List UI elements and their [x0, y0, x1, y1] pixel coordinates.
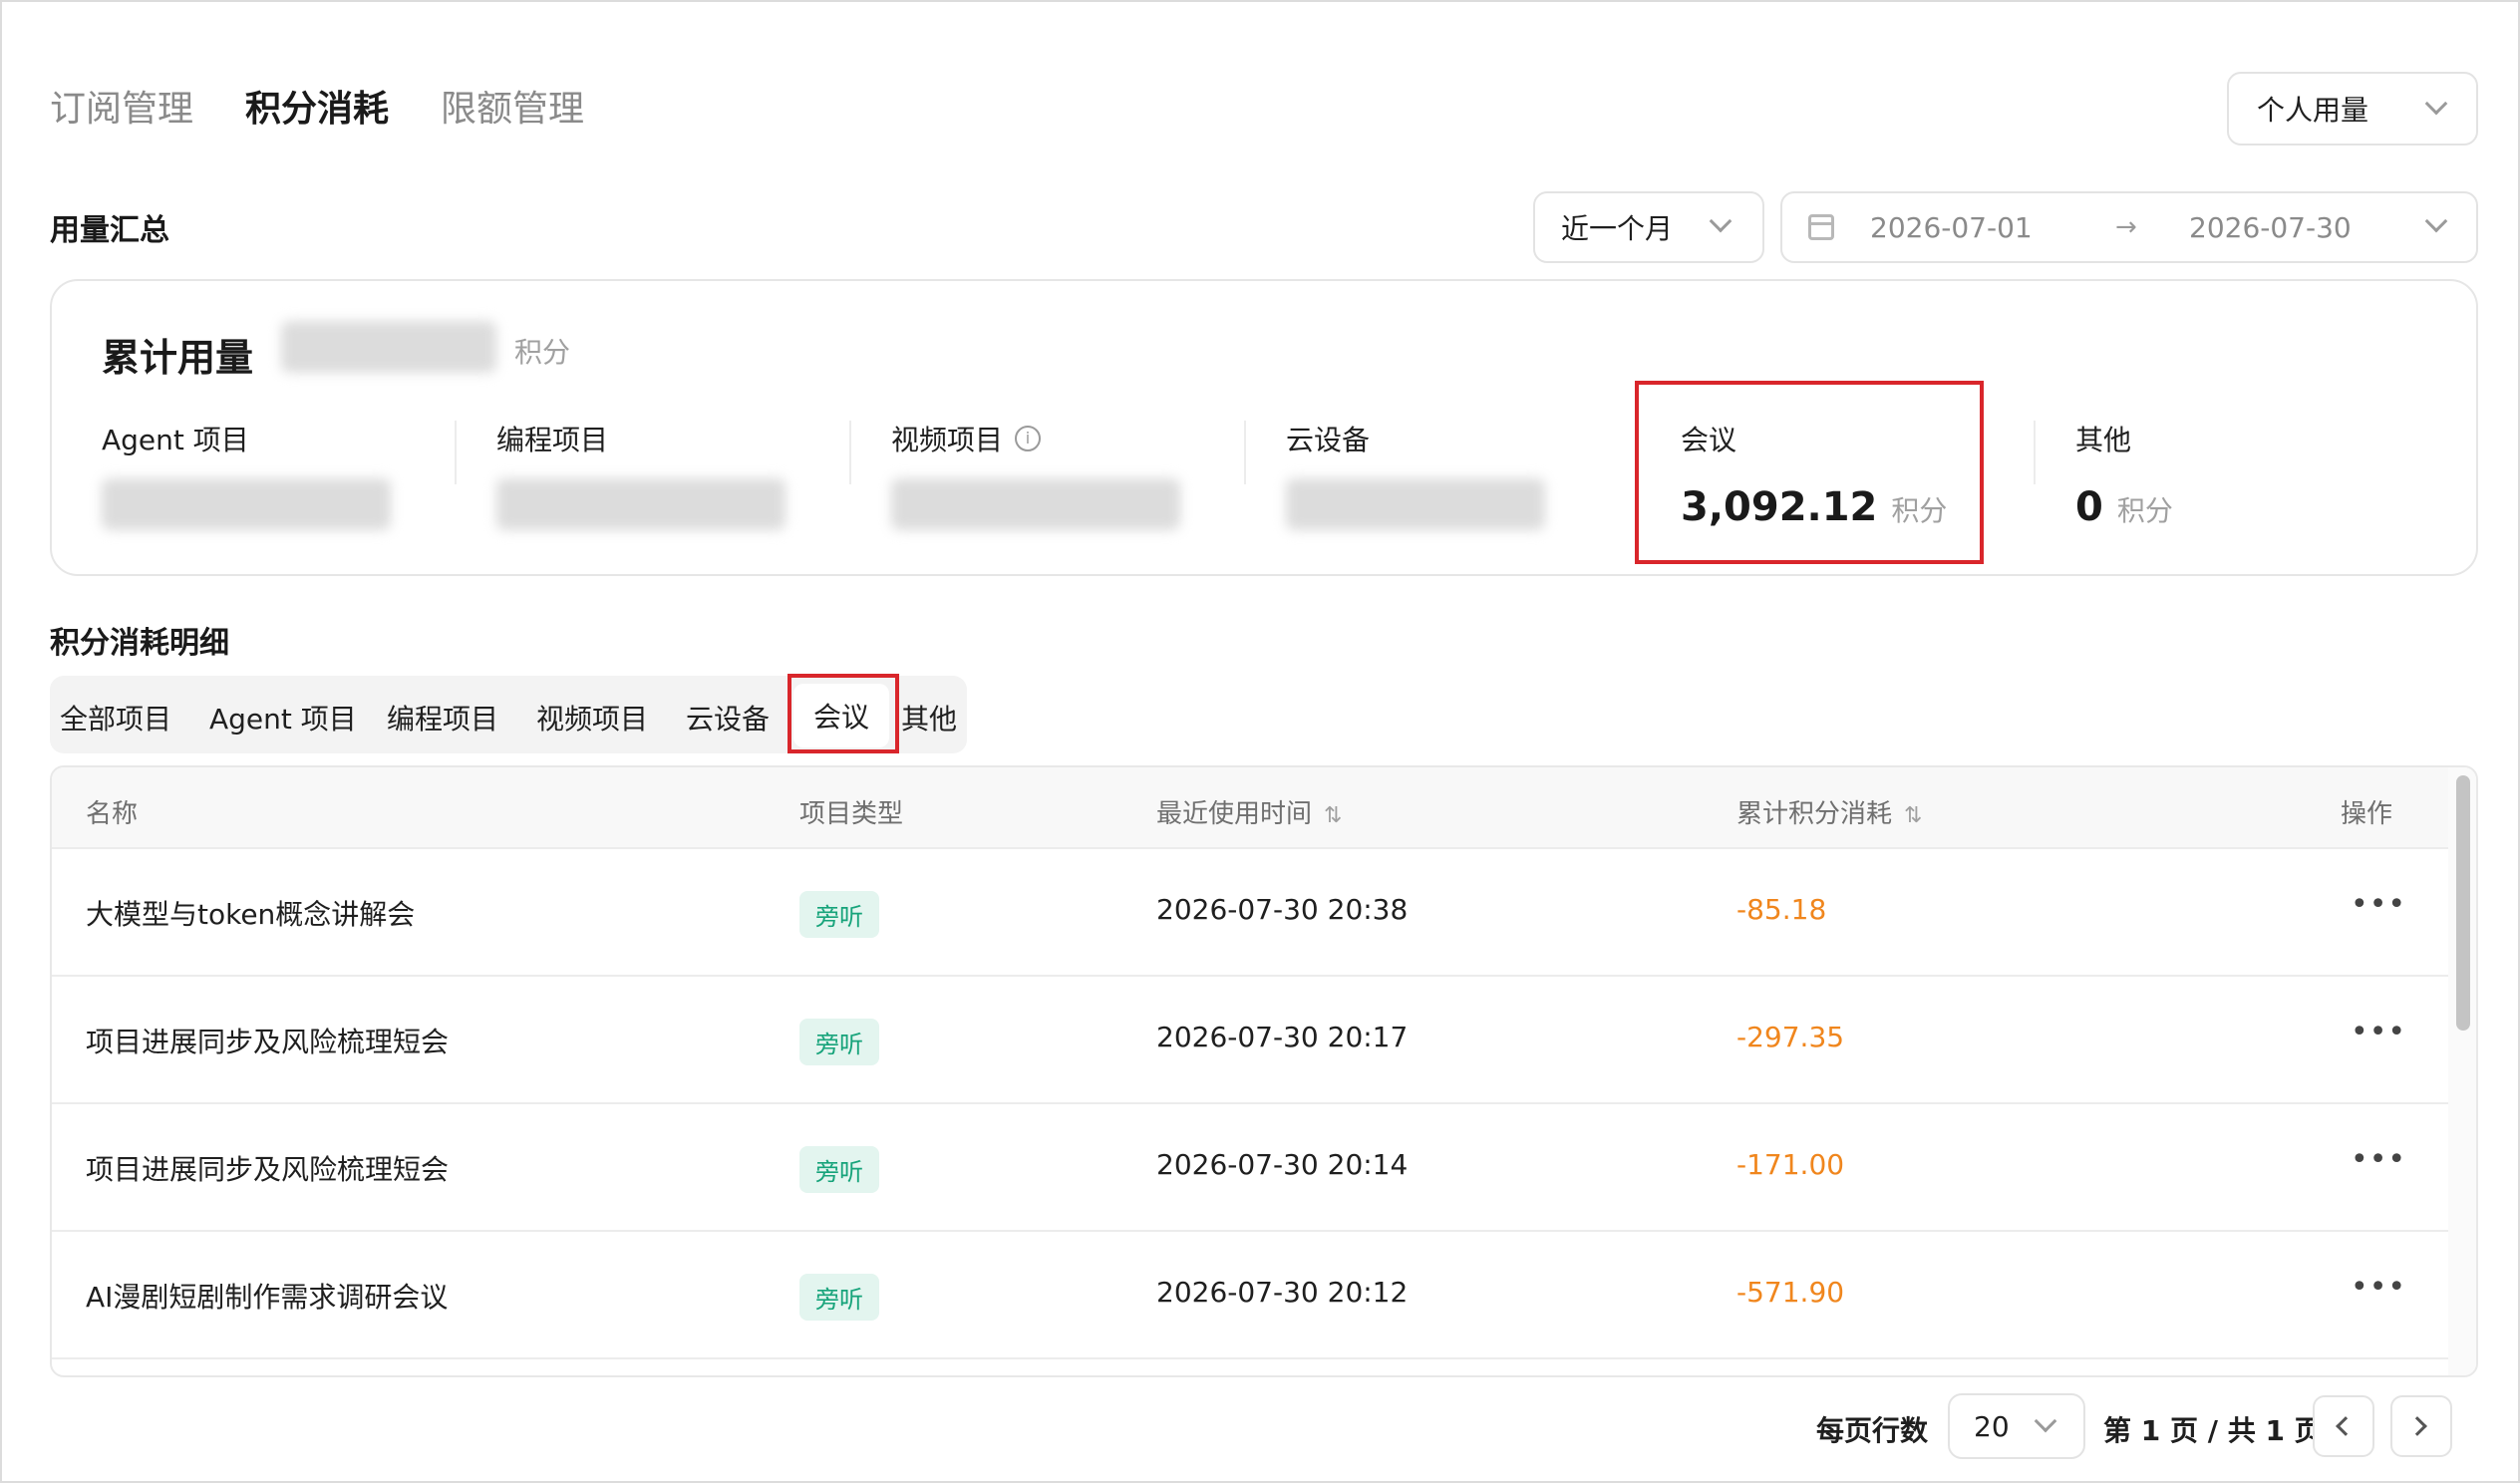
highlight-box-meeting-metric — [1635, 381, 1984, 564]
chevron-down-icon — [2424, 92, 2448, 116]
date-range-picker[interactable]: 2026-07-01 → 2026-07-30 — [1780, 191, 2478, 263]
col-name: 名称 — [86, 799, 139, 829]
metric-value-redacted — [102, 478, 391, 530]
table-header: 名称 项目类型 最近使用时间 ⇅ 累计积分消耗 ⇅ 操作 — [52, 767, 2450, 849]
row-total: -297.35 — [1736, 1021, 1845, 1053]
col-total[interactable]: 累计积分消耗 ⇅ — [1736, 793, 1922, 830]
chevron-down-icon — [2034, 1409, 2057, 1433]
scrollbar-thumb[interactable] — [2456, 775, 2470, 1031]
col-total-label: 累计积分消耗 — [1736, 799, 1893, 829]
metric-value-redacted — [496, 478, 786, 530]
more-horizontal-icon[interactable]: ••• — [2351, 1015, 2406, 1049]
top-tabs: 订阅管理 积分消耗 限额管理 — [50, 80, 584, 132]
type-tag: 旁听 — [799, 1019, 879, 1065]
divider — [455, 421, 457, 484]
row-last-used: 2026-07-30 20:17 — [1156, 1021, 1409, 1053]
col-last-used[interactable]: 最近使用时间 ⇅ — [1156, 793, 1342, 830]
summary-title: 用量汇总 — [50, 213, 169, 248]
metric-unit: 积分 — [2116, 494, 2173, 527]
row-name: AI漫剧短剧制作需求调研会议 — [86, 1281, 449, 1314]
row-last-used: 2026-07-30 20:38 — [1156, 893, 1409, 926]
app-frame: 订阅管理 积分消耗 限额管理 个人用量 用量汇总 近一个月 2026-07-01… — [0, 0, 2520, 1483]
metric-label: 视频项目 i — [891, 419, 1042, 458]
metric-label: 编程项目 — [496, 424, 609, 456]
col-actions: 操作 — [2341, 799, 2393, 829]
metric-value-redacted — [891, 478, 1180, 530]
tab-quota[interactable]: 限额管理 — [441, 80, 584, 132]
page-info: 第 1 页 / 共 1 页 — [2103, 1414, 2323, 1447]
row-name: 项目进展同步及风险梳理短会 — [86, 1026, 450, 1058]
usage-scope-value: 个人用量 — [2257, 94, 2369, 127]
page-size-value: 20 — [1974, 1409, 2010, 1443]
total-usage-label: 累计用量 — [102, 336, 254, 380]
more-horizontal-icon[interactable]: ••• — [2351, 1142, 2406, 1177]
date-start[interactable]: 2026-07-01 — [1870, 211, 2115, 244]
detail-title: 积分消耗明细 — [50, 626, 229, 661]
tab-agent[interactable]: Agent 项目 — [209, 698, 357, 738]
sort-updown-icon[interactable]: ⇅ — [1904, 803, 1922, 828]
total-usage-value-redacted — [281, 321, 496, 373]
arrow-right-icon: → — [2115, 212, 2137, 242]
divider — [2034, 421, 2036, 484]
rows-per-page-label: 每页行数 — [1816, 1414, 1929, 1447]
tab-other[interactable]: 其他 — [901, 698, 957, 738]
tab-all[interactable]: 全部项目 — [60, 698, 171, 738]
type-tag: 旁听 — [799, 891, 879, 938]
info-circle-icon[interactable]: i — [1015, 426, 1042, 451]
total-usage-unit: 积分 — [514, 336, 571, 369]
date-end[interactable]: 2026-07-30 — [2189, 211, 2352, 244]
calendar-icon — [1808, 214, 1834, 240]
tab-video[interactable]: 视频项目 — [536, 698, 648, 738]
prev-page-button[interactable] — [2313, 1395, 2374, 1457]
more-horizontal-icon[interactable]: ••• — [2351, 1270, 2406, 1305]
more-horizontal-icon[interactable]: ••• — [2351, 887, 2406, 922]
tab-credit-consumption[interactable]: 积分消耗 — [245, 80, 389, 132]
chevron-left-icon — [2336, 1416, 2356, 1436]
chevron-down-icon — [1709, 209, 1732, 233]
period-value: 近一个月 — [1561, 212, 1674, 245]
row-total: -85.18 — [1736, 893, 1827, 926]
metric-value-number: 0 — [2075, 484, 2103, 530]
sort-updown-icon[interactable]: ⇅ — [1324, 803, 1342, 828]
metric-label: 其他 — [2075, 424, 2132, 456]
table-row[interactable]: 项目进展同步及风险梳理短会 旁听 2026-07-30 20:14 -171.0… — [52, 1104, 2450, 1232]
divider — [849, 421, 851, 484]
row-name: 大模型与token概念讲解会 — [86, 898, 416, 931]
metric-value: 0 积分 — [2075, 484, 2173, 530]
usage-scope-select[interactable]: 个人用量 — [2227, 72, 2478, 146]
tab-coding[interactable]: 编程项目 — [387, 698, 498, 738]
consumption-table: 名称 项目类型 最近使用时间 ⇅ 累计积分消耗 ⇅ 操作 大模型与token概念讲解… — [50, 765, 2478, 1377]
chevron-right-icon — [2407, 1416, 2427, 1436]
page-size-select[interactable]: 20 — [1948, 1393, 2085, 1459]
tab-subscription[interactable]: 订阅管理 — [50, 80, 193, 132]
table-row[interactable]: 大模型与token概念讲解会 旁听 2026-07-30 20:38 -85.1… — [52, 849, 2450, 977]
row-last-used: 2026-07-30 20:12 — [1156, 1276, 1409, 1309]
table-row[interactable]: AI漫剧短剧制作需求调研会议 旁听 2026-07-30 20:12 -571.… — [52, 1232, 2450, 1359]
chevron-down-icon — [2424, 209, 2448, 233]
row-total: -571.90 — [1736, 1276, 1845, 1309]
summary-card: 累计用量 积分 Agent 项目 编程项目 视频项目 i 云设备 会议 3,09… — [50, 279, 2478, 576]
next-page-button[interactable] — [2390, 1395, 2452, 1457]
type-tag: 旁听 — [799, 1274, 879, 1321]
divider — [1244, 421, 1246, 484]
period-select[interactable]: 近一个月 — [1533, 191, 1764, 263]
table-row[interactable]: 项目进展同步及风险梳理短会 旁听 2026-07-30 20:17 -297.3… — [52, 977, 2450, 1104]
metric-label: 云设备 — [1286, 424, 1371, 456]
col-type: 项目类型 — [799, 799, 904, 829]
highlight-box-meeting-tab — [788, 674, 899, 753]
row-name: 项目进展同步及风险梳理短会 — [86, 1153, 450, 1186]
col-last-used-label: 最近使用时间 — [1156, 799, 1313, 829]
tab-cloud-device[interactable]: 云设备 — [686, 698, 770, 738]
row-last-used: 2026-07-30 20:14 — [1156, 1148, 1409, 1181]
metric-label: Agent 项目 — [102, 424, 249, 456]
metric-value-redacted — [1286, 478, 1545, 530]
metric-label-text: 视频项目 — [891, 424, 1004, 456]
type-tag: 旁听 — [799, 1146, 879, 1193]
row-total: -171.00 — [1736, 1148, 1845, 1181]
